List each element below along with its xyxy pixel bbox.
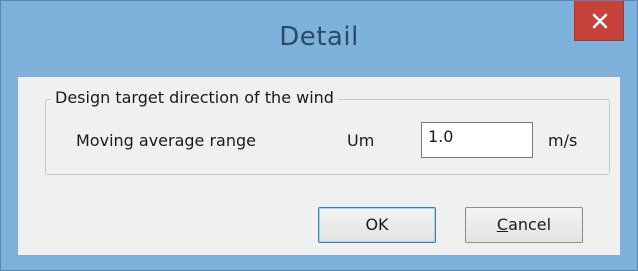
wind-direction-group: Design target direction of the wind Movi… <box>45 88 610 175</box>
window-title: Detail <box>279 22 359 52</box>
moving-average-input[interactable] <box>421 122 533 158</box>
dialog-window: Detail Design target direction of the wi… <box>0 0 638 271</box>
cancel-button[interactable]: Cancel <box>465 207 583 243</box>
group-title: Design target direction of the wind <box>51 88 338 107</box>
close-button[interactable] <box>574 1 624 41</box>
title-bar[interactable]: Detail <box>1 1 637 75</box>
unit-label: m/s <box>548 131 578 150</box>
um-label: Um <box>347 131 375 150</box>
dialog-client-area: Design target direction of the wind Movi… <box>17 76 621 256</box>
close-icon <box>592 13 608 29</box>
ok-button[interactable]: OK <box>318 207 436 243</box>
moving-average-label: Moving average range <box>76 131 256 150</box>
